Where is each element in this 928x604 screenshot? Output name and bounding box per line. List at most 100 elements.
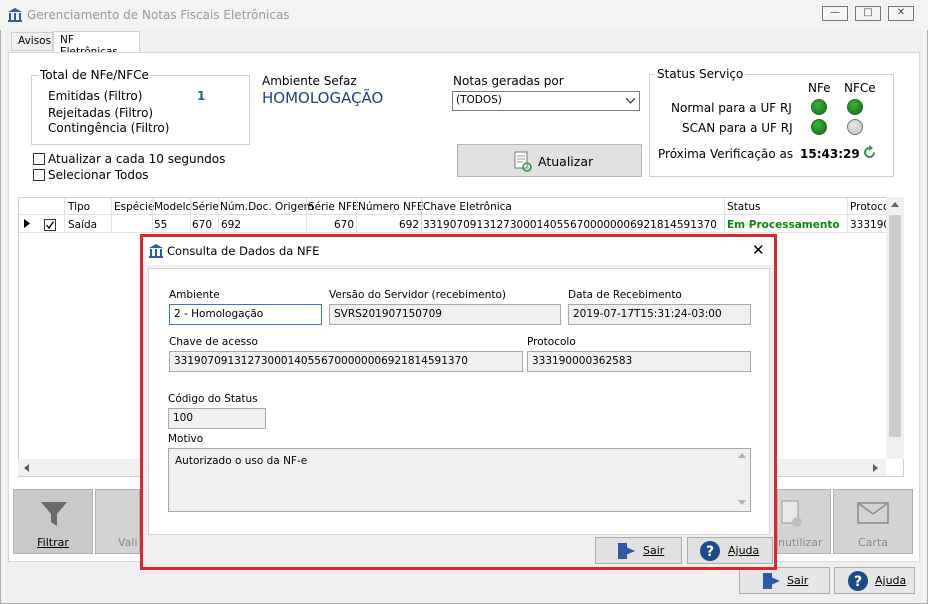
scroll-right-icon[interactable] [873, 464, 878, 472]
selecionar-todos-checkbox[interactable] [33, 169, 45, 181]
chave-acesso-field[interactable]: 3319070913127300014055670000000692181459… [169, 351, 523, 372]
main-sair-button[interactable]: Sair [739, 567, 830, 594]
grid-vertical-scrollbar[interactable] [886, 197, 904, 459]
cell-serie: 670 [192, 219, 213, 231]
chevron-down-icon [626, 98, 635, 104]
data-recebimento-label: Data de Recebimento [568, 289, 682, 301]
emitidas-value: 1 [197, 89, 206, 103]
selecionar-todos-label: Selecionar Todos [48, 168, 149, 182]
col-num-doc-origem[interactable]: Núm.Doc. Origem [220, 201, 314, 213]
tab-avisos[interactable]: Avisos [11, 32, 53, 51]
scroll-up-icon[interactable] [891, 202, 899, 207]
dialog-bank-icon [149, 244, 163, 258]
carta-button[interactable]: Carta [833, 489, 913, 554]
exit-door-icon [618, 543, 635, 559]
close-window-button[interactable]: ✕ [888, 6, 914, 21]
dialog-title: Consulta de Dados da NFE [167, 244, 320, 258]
cell-modelo: 55 [154, 219, 168, 231]
totals-legend: Total de NFe/NFCe [38, 68, 151, 82]
data-recebimento-field[interactable]: 2019-07-17T15:31:24-03:00 [568, 304, 751, 325]
status-nfce-scan-indicator [847, 119, 863, 135]
protocolo-field[interactable]: 333190000362583 [527, 351, 751, 372]
document-cancel-icon [781, 500, 802, 527]
atualizar-checkbox-label: Atualizar a cada 10 segundos [48, 152, 226, 166]
filter-icon [41, 502, 67, 526]
scan-uf-label: SCAN para a UF RJ [682, 121, 793, 135]
checkmark-icon [46, 221, 55, 230]
status-nfe-normal-indicator [811, 99, 827, 115]
col-tipo[interactable]: Tipo [68, 201, 90, 213]
col-chave-eletronica[interactable]: Chave Eletrônica [423, 201, 512, 213]
ambiente-value: HOMOLOGAÇÃO [262, 89, 384, 107]
motivo-scroll-up-icon[interactable] [738, 453, 746, 458]
inutilizar-button[interactable]: nutilizar [777, 489, 831, 554]
emitidas-label: Emitidas (Filtro) [48, 89, 143, 103]
main-sair-label: Sair [787, 574, 809, 587]
main-ajuda-label: Ajuda [875, 574, 907, 587]
scroll-left-icon[interactable] [24, 464, 29, 472]
validar-label: Vali [118, 536, 138, 549]
dialog-ajuda-button[interactable]: ? Ajuda [687, 537, 773, 564]
row-pointer-icon [24, 219, 30, 228]
main-ajuda-button[interactable]: ? Ajuda [834, 567, 915, 594]
cell-num-doc: 692 [221, 219, 242, 231]
atualizar-button[interactable]: Atualizar [457, 144, 642, 177]
inutilizar-label: nutilizar [778, 536, 823, 549]
col-nfce: NFCe [844, 81, 876, 95]
col-numero-nfe[interactable]: Número NFE [358, 201, 424, 213]
codigo-status-label: Código do Status [168, 393, 258, 405]
dialog-ajuda-label: Ajuda [728, 544, 760, 557]
notas-label: Notas geradas por [453, 74, 564, 88]
svg-text:?: ? [706, 544, 714, 560]
col-protocolo[interactable]: Protoco [850, 201, 886, 213]
atualizar-label: Atualizar [538, 154, 594, 169]
chave-acesso-label: Chave de acesso [169, 336, 258, 348]
col-serie[interactable]: Série [192, 201, 219, 213]
col-status[interactable]: Status [727, 201, 760, 213]
scroll-thumb[interactable] [889, 215, 901, 437]
proxima-verificacao-label: Próxima Verificação as [658, 147, 794, 161]
cell-serie-nfe: 670 [333, 219, 354, 231]
atualizar-checkbox[interactable] [33, 153, 45, 165]
rejeitadas-label: Rejeitadas (Filtro) [48, 106, 154, 120]
versao-field[interactable]: SVRS201907150709 [329, 304, 561, 325]
codigo-status-field[interactable]: 100 [168, 408, 266, 429]
refresh-icon[interactable] [862, 145, 877, 160]
status-nfe-scan-indicator [811, 119, 827, 135]
col-serie-nfe[interactable]: Série NFE [308, 201, 359, 213]
notas-selected: (TODOS) [456, 94, 502, 106]
cell-protocolo: 333190 [850, 219, 886, 231]
ambiente-field[interactable]: 2 - Homologação [169, 304, 322, 325]
envelope-icon [857, 502, 889, 524]
dialog-sair-label: Sair [643, 544, 665, 557]
title-bar: Gerenciamento de Notas Fiscais Eletrônic… [0, 0, 928, 30]
dialog-title-bar: Consulta de Dados da NFE ✕ [143, 237, 774, 265]
exit-door-icon [763, 573, 780, 589]
motivo-label: Motivo [168, 433, 204, 445]
cell-chave: 3319070913127300014055670000000692181459… [423, 219, 717, 231]
document-refresh-icon [514, 151, 532, 172]
ambiente-field-label: Ambiente [169, 289, 220, 301]
normal-uf-label: Normal para a UF RJ [671, 101, 792, 115]
filtrar-label: Filtrar [37, 536, 69, 549]
dialog-sair-button[interactable]: Sair [595, 537, 682, 564]
col-modelo[interactable]: Modelo [154, 201, 192, 213]
col-especie[interactable]: Espécie [114, 201, 154, 213]
status-servico-legend: Status Serviço [655, 67, 746, 81]
validar-button[interactable]: Vali [95, 489, 140, 554]
tab-nf-eletronicas[interactable]: NF Eletrônicas [53, 31, 140, 58]
versao-field-label: Versão do Servidor (recebimento) [329, 289, 506, 301]
row-select-checkbox[interactable] [44, 219, 56, 231]
notas-select[interactable]: (TODOS) [452, 91, 640, 111]
filtrar-button[interactable]: Filtrar [13, 489, 93, 554]
close-icon[interactable]: ✕ [752, 241, 765, 259]
help-icon: ? [848, 571, 868, 591]
maximize-button[interactable]: □ [855, 6, 881, 21]
protocolo-label: Protocolo [527, 336, 576, 348]
motivo-scroll-down-icon[interactable] [738, 500, 746, 505]
motivo-field[interactable]: Autorizado o uso da NF-e [168, 448, 751, 512]
col-nfe: NFe [808, 81, 831, 95]
cell-status: Em Processamento [727, 219, 840, 231]
carta-label: Carta [858, 536, 888, 549]
minimize-button[interactable]: — [822, 6, 848, 21]
